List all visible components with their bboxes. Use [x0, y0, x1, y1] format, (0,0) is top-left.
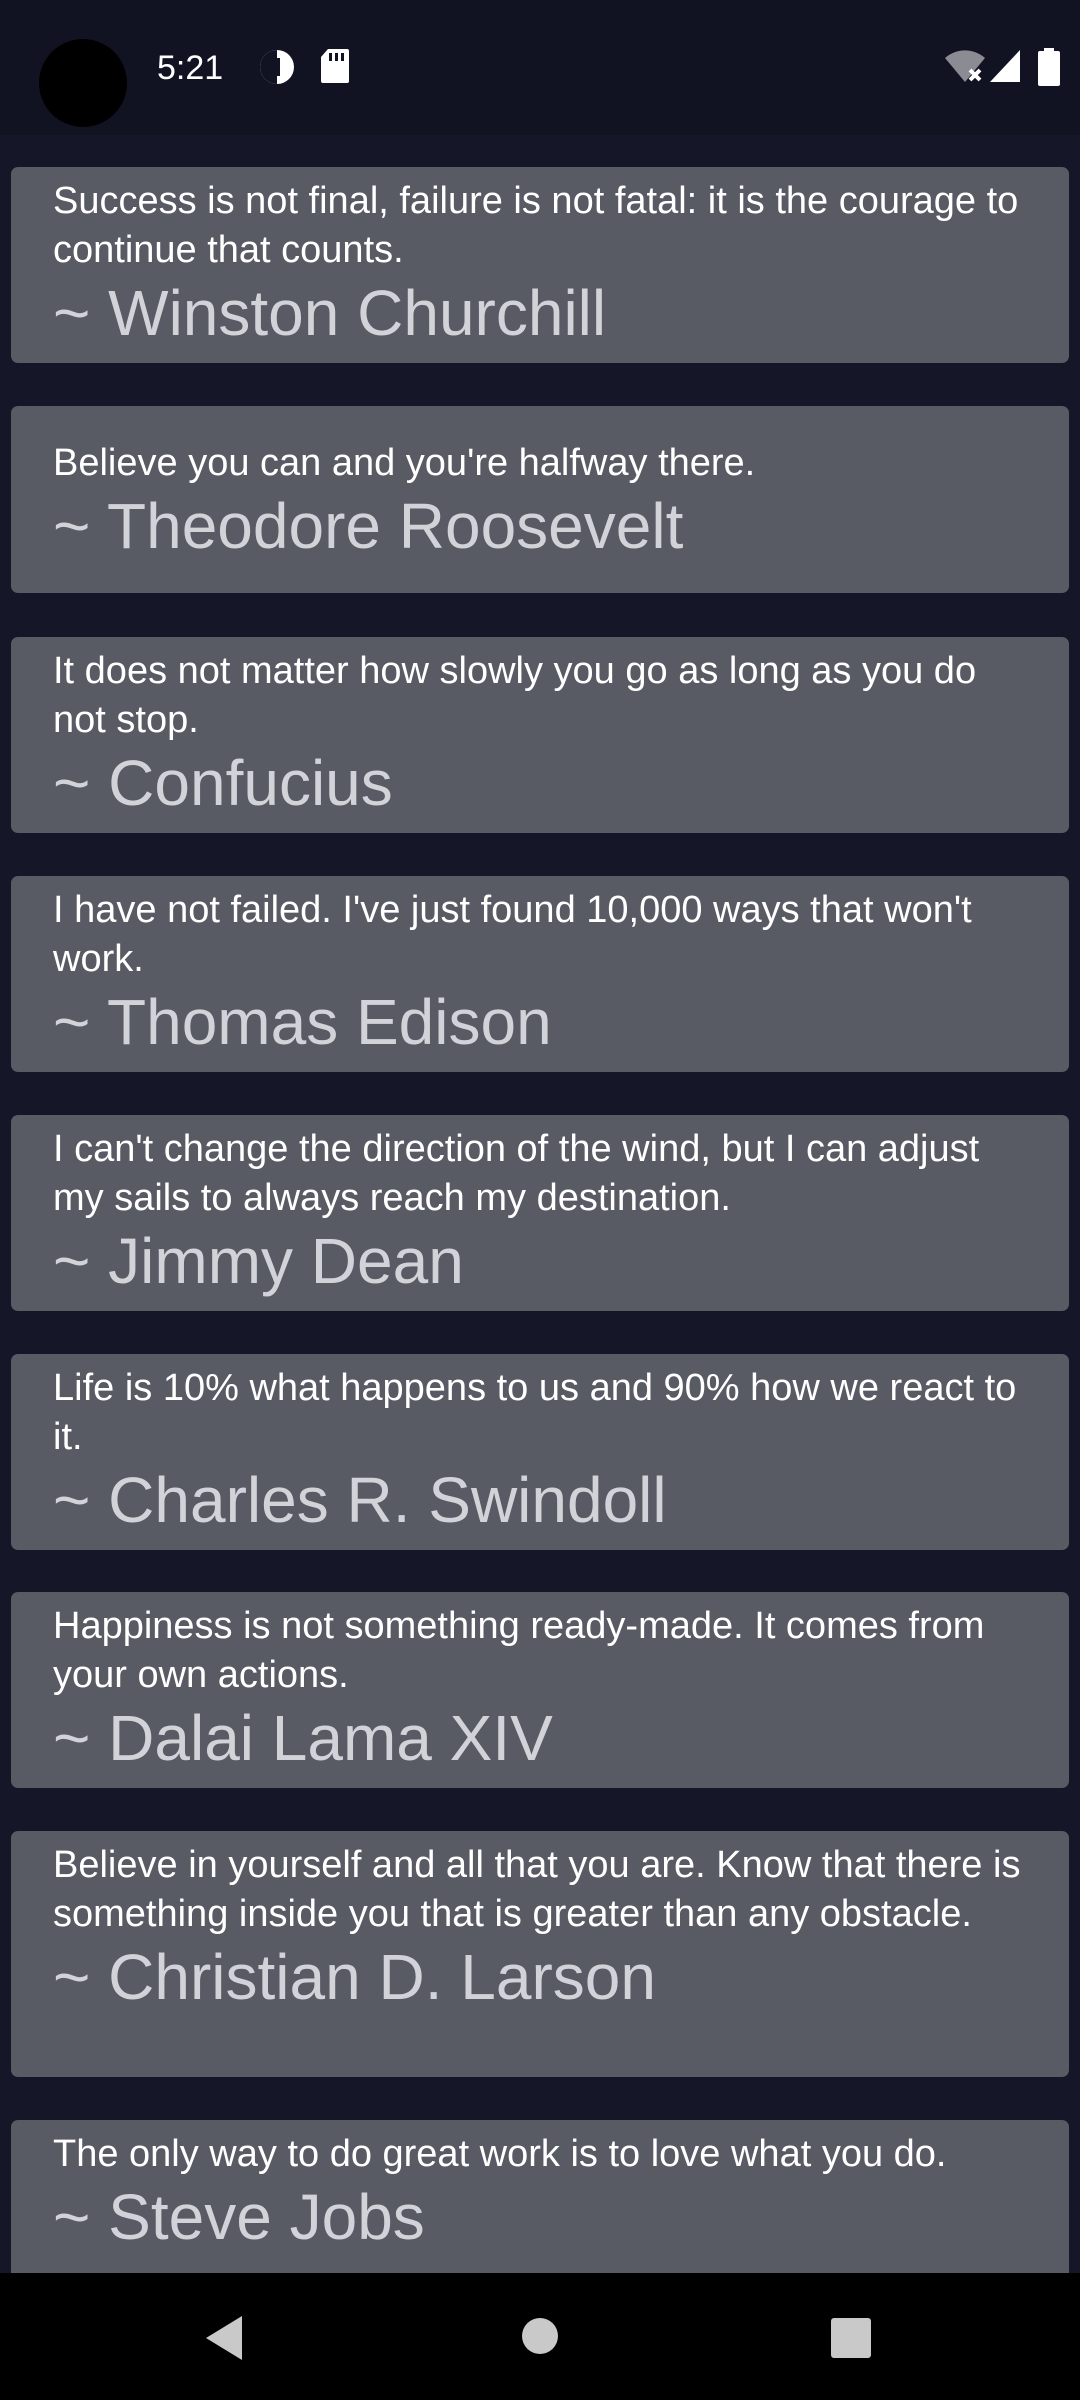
quote-card[interactable]: I can't change the direction of the wind…	[11, 1115, 1069, 1311]
quote-card[interactable]: Life is 10% what happens to us and 90% h…	[11, 1354, 1069, 1550]
quote-author: ~ Steve Jobs	[53, 2181, 425, 2253]
quote-list[interactable]: Success is not final, failure is not fat…	[0, 135, 1080, 2273]
quote-text: Success is not final, failure is not fat…	[53, 180, 1019, 271]
quote-text: Life is 10% what happens to us and 90% h…	[53, 1367, 1017, 1458]
quote-author: ~ Charles R. Swindoll	[53, 1464, 667, 1536]
status-time: 5:21	[157, 49, 224, 87]
quote-text: It does not matter how slowly you go as …	[53, 650, 977, 741]
quote-card[interactable]: It does not matter how slowly you go as …	[11, 637, 1069, 833]
camera-cutout	[39, 39, 127, 127]
status-bar: 5:21	[0, 0, 1080, 135]
recents-icon[interactable]	[831, 2318, 871, 2358]
data-saver-icon	[258, 48, 296, 91]
signal-icon	[988, 48, 1022, 89]
quote-author: ~ Dalai Lama XIV	[53, 1702, 553, 1774]
quote-card[interactable]: Believe in yourself and all that you are…	[11, 1831, 1069, 2077]
quote-text: Happiness is not something ready-made. I…	[53, 1605, 985, 1696]
quote-card[interactable]: I have not failed. I've just found 10,00…	[11, 876, 1069, 1072]
wifi-off-icon	[944, 48, 986, 89]
quote-author: ~ Winston Churchill	[53, 277, 607, 349]
quote-text: Believe in yourself and all that you are…	[53, 1844, 1021, 1935]
quote-text: The only way to do great work is to love…	[53, 2133, 947, 2175]
quote-author: ~ Theodore Roosevelt	[53, 490, 684, 562]
quote-author: ~ Jimmy Dean	[53, 1225, 464, 1297]
sd-card-icon	[320, 48, 350, 89]
quote-text: Believe you can and you're halfway there…	[53, 442, 756, 484]
quote-author: ~ Thomas Edison	[53, 986, 552, 1058]
quote-text: I have not failed. I've just found 10,00…	[53, 889, 972, 980]
quote-author: ~ Confucius	[53, 747, 393, 819]
back-icon[interactable]	[202, 2314, 246, 2367]
quote-card[interactable]: The only way to do great work is to love…	[11, 2120, 1069, 2273]
battery-icon	[1038, 48, 1060, 91]
quote-text: I can't change the direction of the wind…	[53, 1128, 980, 1219]
quote-card[interactable]: Believe you can and you're halfway there…	[11, 406, 1069, 593]
quote-card[interactable]: Success is not final, failure is not fat…	[11, 167, 1069, 363]
home-icon[interactable]	[522, 2318, 558, 2354]
quote-card[interactable]: Happiness is not something ready-made. I…	[11, 1592, 1069, 1788]
quote-author: ~ Christian D. Larson	[53, 1941, 656, 2013]
